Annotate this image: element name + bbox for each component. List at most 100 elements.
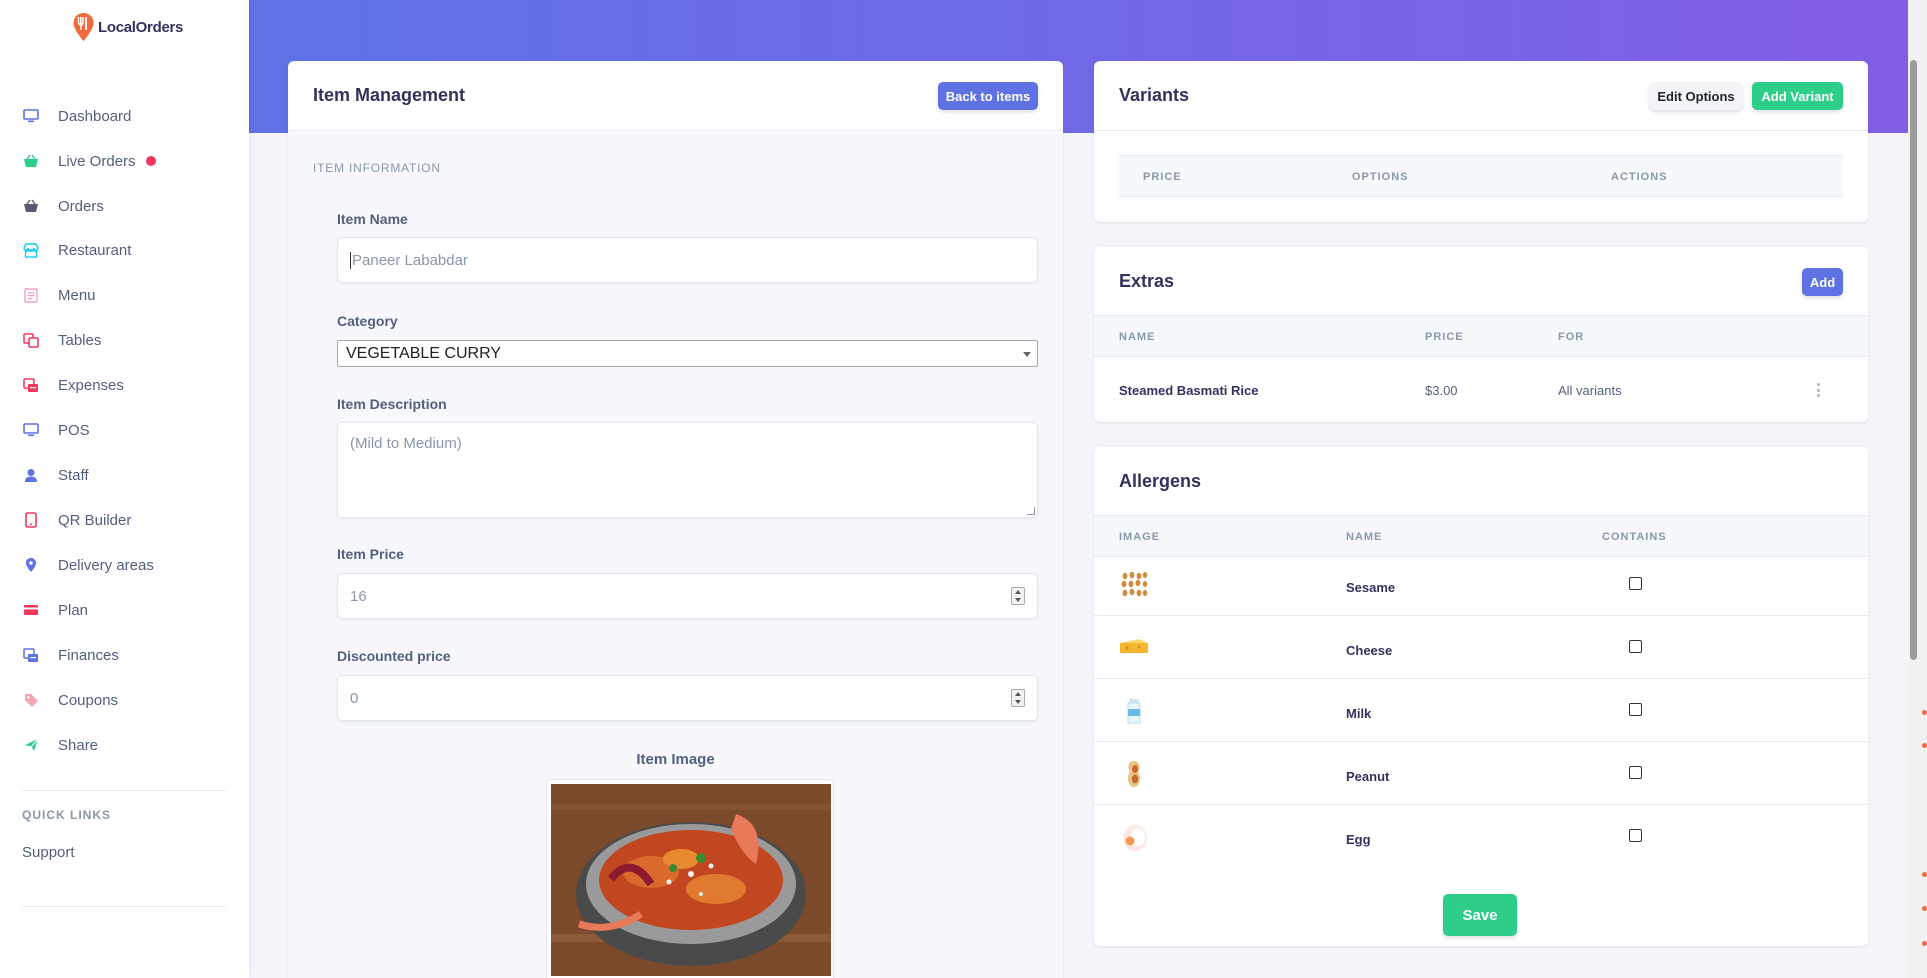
row-divider — [1094, 615, 1868, 616]
item-management-card: Item Management Back to items ITEM INFOR… — [288, 61, 1063, 978]
sidebar-item-qr-builder[interactable]: QR Builder — [0, 500, 249, 540]
sidebar-item-label: Staff — [58, 466, 89, 484]
column-header: PRICE — [1143, 171, 1182, 183]
discounted-price-input[interactable]: 0 — [337, 675, 1038, 721]
sidebar-item-label: Coupons — [58, 691, 119, 709]
sidebar-item-orders[interactable]: Orders — [0, 186, 249, 226]
contains-checkbox[interactable] — [1629, 703, 1642, 716]
column-header: IMAGE — [1119, 531, 1161, 543]
sidebar-item-label: Orders — [58, 197, 104, 215]
item-price-input[interactable]: 16 — [337, 573, 1038, 619]
sidebar-item-label: Share — [58, 736, 99, 754]
more-actions-icon[interactable] — [1817, 383, 1820, 397]
add-variant-button[interactable]: Add Variant — [1752, 82, 1843, 110]
sidebar-item-label: Expenses — [58, 376, 124, 394]
item-image-uploader[interactable] — [546, 779, 834, 978]
add-extra-button[interactable]: Add — [1802, 268, 1843, 296]
app-logo[interactable]: LocalOrders — [72, 12, 183, 42]
sidebar-item-label: Plan — [58, 601, 89, 619]
sidebar-item-plan[interactable]: Plan — [0, 590, 249, 630]
sidebar-item-finances[interactable]: Finances — [0, 635, 249, 675]
variants-card: Variants Edit Options Add Variant PRICE … — [1094, 61, 1868, 222]
sidebar-item-tables[interactable]: Tables — [0, 320, 249, 360]
sidebar-item-label: Delivery areas — [58, 556, 154, 574]
quick-links-heading: QUICK LINKS — [22, 808, 111, 822]
milk-icon — [1119, 696, 1149, 726]
allergens-card: Allergens IMAGE NAME CONTAINS Sesame Che… — [1094, 447, 1868, 946]
sidebar-item-dashboard[interactable]: Dashboard — [0, 96, 249, 136]
number-spinner-icon[interactable] — [1011, 587, 1025, 605]
contains-checkbox[interactable] — [1629, 640, 1642, 653]
sidebar-item-coupons[interactable]: Coupons — [0, 680, 249, 720]
edit-options-button[interactable]: Edit Options — [1650, 82, 1742, 110]
sidebar-item-pos[interactable]: POS — [0, 410, 249, 450]
menu-icon — [22, 286, 40, 304]
resize-handle-icon[interactable] — [1027, 507, 1035, 515]
sesame-icon — [1119, 570, 1149, 600]
contains-checkbox[interactable] — [1629, 829, 1642, 842]
variants-table-header: PRICE OPTIONS ACTIONS — [1119, 155, 1843, 197]
item-name-label: Item Name — [337, 211, 408, 227]
logo-text: LocalOrders — [98, 18, 184, 36]
item-price-placeholder: 16 — [350, 587, 367, 605]
allergen-name: Milk — [1346, 706, 1372, 721]
extra-price: $3.00 — [1425, 383, 1458, 398]
category-select[interactable]: VEGETABLE CURRY — [337, 340, 1038, 367]
peanut-icon — [1119, 759, 1149, 789]
chevron-down-icon — [1023, 352, 1031, 357]
sidebar-item-delivery-areas[interactable]: Delivery areas — [0, 545, 249, 585]
save-button[interactable]: Save — [1443, 894, 1517, 936]
item-image-label: Item Image — [636, 751, 715, 768]
row-divider — [1094, 678, 1868, 679]
basket-icon — [22, 152, 40, 170]
sidebar-item-staff[interactable]: Staff — [0, 455, 249, 495]
sidebar-divider — [22, 790, 226, 791]
extras-table-header: NAME PRICE FOR — [1094, 315, 1868, 357]
contains-checkbox[interactable] — [1629, 766, 1642, 779]
sidebar-item-live-orders[interactable]: Live Orders — [0, 141, 249, 181]
row-divider — [1094, 741, 1868, 742]
sidebar-item-label: Finances — [58, 646, 119, 664]
sidebar-divider — [22, 906, 226, 907]
scroll-marker — [1922, 710, 1927, 715]
column-header: ACTIONS — [1611, 171, 1668, 183]
sidebar-item-share[interactable]: Share — [0, 725, 249, 765]
sidebar: LocalOrders Dashboard Live Orders Orders… — [0, 0, 249, 978]
allergen-name: Sesame — [1346, 580, 1396, 595]
sidebar-item-label: Menu — [58, 286, 96, 304]
sidebar-item-label: Restaurant — [58, 241, 132, 259]
item-description-label: Item Description — [337, 396, 447, 412]
contains-checkbox[interactable] — [1629, 577, 1642, 590]
scroll-marker — [1922, 743, 1927, 748]
tag-icon — [22, 691, 40, 709]
extras-title: Extras — [1119, 271, 1175, 291]
finances-icon — [22, 646, 40, 664]
live-indicator-dot — [146, 156, 156, 166]
discounted-price-placeholder: 0 — [350, 689, 359, 707]
scrollbar-thumb[interactable] — [1910, 60, 1917, 660]
item-image-curry-photo — [551, 784, 831, 976]
item-name-placeholder: Paneer Lababdar — [350, 251, 468, 269]
sidebar-item-label: Dashboard — [58, 107, 132, 125]
sidebar-item-expenses[interactable]: Expenses — [0, 365, 249, 405]
discounted-price-label: Discounted price — [337, 648, 451, 664]
sidebar-item-label: Tables — [58, 331, 102, 349]
back-to-items-button[interactable]: Back to items — [938, 82, 1038, 110]
shop-icon — [22, 241, 40, 259]
scroll-marker — [1922, 906, 1927, 911]
sidebar-item-menu[interactable]: Menu — [0, 275, 249, 315]
scroll-marker — [1922, 872, 1927, 877]
support-link[interactable]: Support — [22, 844, 75, 861]
column-header: NAME — [1346, 531, 1383, 543]
item-price-label: Item Price — [337, 546, 404, 562]
item-description-placeholder: (Mild to Medium) — [350, 435, 462, 452]
item-name-input[interactable]: Paneer Lababdar — [337, 237, 1038, 283]
item-description-textarea[interactable]: (Mild to Medium) — [337, 422, 1038, 518]
sidebar-item-label: Live Orders — [58, 152, 136, 170]
allergen-name: Egg — [1346, 832, 1371, 847]
number-spinner-icon[interactable] — [1011, 689, 1025, 707]
variants-title: Variants — [1119, 85, 1190, 105]
sidebar-item-restaurant[interactable]: Restaurant — [0, 230, 249, 270]
column-header: OPTIONS — [1352, 171, 1409, 183]
section-heading: ITEM INFORMATION — [313, 161, 441, 175]
